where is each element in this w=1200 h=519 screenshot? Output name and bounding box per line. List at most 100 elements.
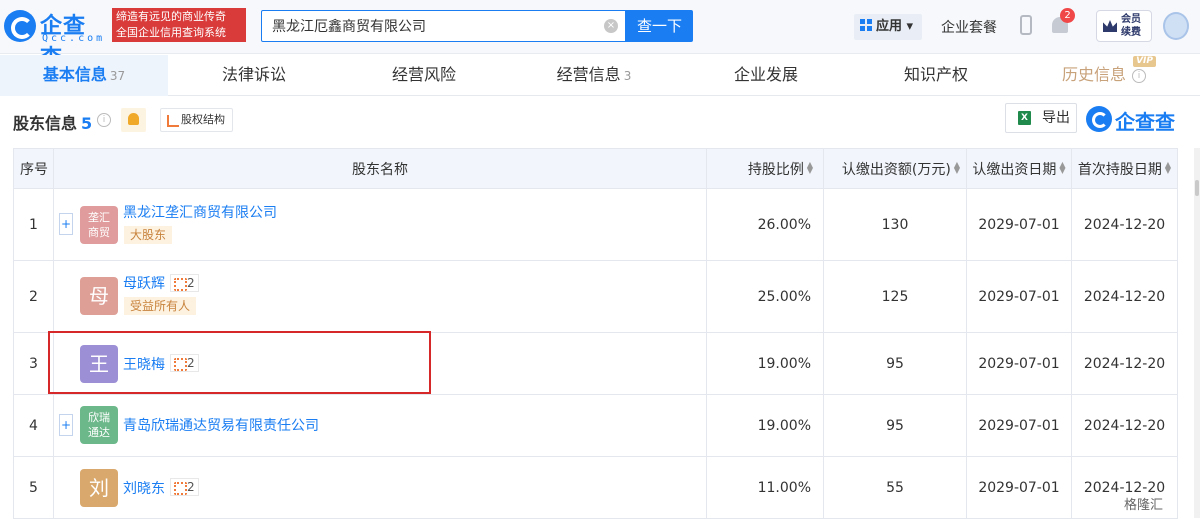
shareholder-name-link[interactable]: 母跃辉 [123,273,165,293]
shareholder-cell: 母 母跃辉 2 受益所有人 [53,260,707,333]
info-icon: i [1132,69,1146,83]
tab-label: 知识产权 [903,65,968,84]
date-cell: 2029-07-01 [966,188,1072,261]
shareholder-cell: + 欣瑞 通达 青岛欣瑞通达贸易有限责任公司 [53,394,707,457]
grid-icon [860,19,872,31]
major-shareholder-tag: 大股东 [124,226,173,244]
qcc-logo-icon [1086,106,1112,132]
table-row: 2 母 母跃辉 2 受益所有人 25.00% 125 2029-07-01 20… [13,260,1178,333]
member-renew-button[interactable]: 会员 续费 [1096,10,1152,42]
relation-count-badge[interactable]: 2 [170,274,199,292]
col-header-index: 序号 [13,148,54,189]
slogan-line-1: 缔造有远见的商业传奇 [116,10,226,23]
tab-label: 法律诉讼 [221,65,286,84]
scrollbar[interactable] [1194,148,1200,518]
tab-legal[interactable]: 法律诉讼 [168,55,340,96]
col-header-date[interactable]: 认缴出资日期 ▲ ▼ [966,148,1072,189]
col-header-label: 认缴出资额(万元) [841,161,951,178]
col-header-label: 持股比例 [747,161,804,178]
export-button[interactable]: 导出 [1005,103,1077,133]
table-header-row: 序号 股东名称 持股比例 ▲ ▼ 认缴出资额(万元) ▲ ▼ 认缴出资日期 ▲ ▼ 首次持股… [13,148,1178,189]
row-index: 1 [13,188,54,261]
ratio-cell: 19.00% [706,332,824,395]
monitor-bell-icon[interactable] [121,108,146,132]
table-row: 4 + 欣瑞 通达 青岛欣瑞通达贸易有限责任公司 19.00% 95 2029-0… [13,394,1178,457]
shareholder-name-link[interactable]: 青岛欣瑞通达贸易有限责任公司 [123,415,319,435]
person-avatar: 母 [80,277,118,315]
member-text: 会员 续费 [1121,13,1141,39]
tab-label: 基本信息 [42,65,107,84]
app-menu-button[interactable]: 应用 ▾ [854,14,922,40]
col-header-ratio[interactable]: 持股比例 ▲ ▼ [706,148,824,189]
clear-icon[interactable]: × [604,19,618,33]
col-header-label: 认缴出资日期 [972,161,1057,178]
slogan-banner: 缔造有远见的商业传奇 全国企业信用查询系统 [112,8,246,42]
qcc-brand-mark: 企查查 [1086,104,1180,134]
shareholder-name-link[interactable]: 黑龙江垄汇商贸有限公司 [123,202,277,222]
tab-count: 37 [109,69,126,83]
notification-badge: 2 [1060,8,1075,23]
tab-label: 经营风险 [391,65,456,84]
ratio-cell: 11.00% [706,456,824,519]
date-cell: 2029-07-01 [966,394,1072,457]
capital-cell: 95 [823,394,967,457]
search-button[interactable]: 查一下 [626,10,693,42]
tab-risk[interactable]: 经营风险 [340,55,508,96]
col-header-name: 股东名称 [53,148,707,189]
ratio-cell: 25.00% [706,260,824,333]
tab-development[interactable]: 企业发展 [680,55,852,96]
shareholder-name-link[interactable]: 刘晓东 [123,478,165,498]
section-title-text: 股东信息 [13,114,78,133]
row-index: 2 [13,260,54,333]
first-date-cell: 2024-12-20 [1071,332,1178,395]
qcc-logo-icon [4,10,36,42]
section-count: 5 [81,114,93,133]
date-cell: 2029-07-01 [966,260,1072,333]
search-input[interactable] [272,16,592,36]
shareholder-cell: + 垄汇 商贸 黑龙江垄汇商贸有限公司 大股东 [53,188,707,261]
member-line-1: 会员 [1121,14,1141,25]
ratio-cell: 19.00% [706,394,824,457]
source-watermark: 格隆汇 [1124,498,1164,513]
expand-icon[interactable]: + [59,414,73,436]
relation-count-badge[interactable]: 2 [170,478,199,496]
tab-basic-info[interactable]: 基本信息 37 [0,55,168,96]
user-avatar[interactable] [1163,12,1189,40]
col-header-first-date[interactable]: 首次持股日期 ▲ ▼ [1071,148,1178,189]
logo-line-1: 欣瑞 [88,411,110,424]
sort-icon[interactable]: ▲ ▼ [1165,160,1171,174]
capital-cell: 95 [823,332,967,395]
ratio-cell: 26.00% [706,188,824,261]
sort-icon[interactable]: ▲ ▼ [807,160,813,174]
expand-icon[interactable]: + [59,213,73,235]
tab-ip[interactable]: 知识产权 [852,55,1020,96]
table-row: 5 刘 刘晓东 2 11.00% 55 2029-07-01 2024-12-2… [13,456,1178,519]
top-header: 企查查 Qcc.com 缔造有远见的商业传奇 全国企业信用查询系统 × 查一下 … [0,0,1200,71]
first-date-cell: 2024-12-20 [1071,394,1178,457]
sort-icon[interactable]: ▲ ▼ [954,160,960,174]
info-icon[interactable]: i [97,113,111,127]
tab-bar: 基本信息 37 法律诉讼 经营风险 经营信息 3 企业发展 知识产权 历史信息 i VI… [0,55,1200,96]
tab-label: 历史信息 [1061,65,1126,84]
col-header-label: 首次持股日期 [1077,161,1162,178]
phone-icon[interactable] [1020,15,1032,35]
member-line-2: 续费 [1121,27,1141,38]
tab-count: 3 [623,69,632,83]
date-cell: 2029-07-01 [966,456,1072,519]
enterprise-package-link[interactable]: 企业套餐 [941,17,997,37]
app-label: 应用 [876,19,903,34]
qcc-logo[interactable]: 企查查 Qcc.com [4,8,108,71]
capital-cell: 55 [823,456,967,519]
tab-label: 经营信息 [556,65,621,84]
tab-history[interactable]: 历史信息 i VIP [1020,55,1188,96]
vip-badge: VIP [1133,56,1156,67]
brand-text: 企查查 [1115,110,1175,134]
first-date-cell: 2024-12-20 [1071,188,1178,261]
row-index: 5 [13,456,54,519]
col-header-capital[interactable]: 认缴出资额(万元) ▲ ▼ [823,148,967,189]
search-box: × [261,10,626,42]
capital-cell: 125 [823,260,967,333]
tab-operations[interactable]: 经营信息 3 [508,55,680,96]
equity-structure-button[interactable]: 股权结构 [160,108,233,132]
sort-icon[interactable]: ▲ ▼ [1059,160,1065,174]
